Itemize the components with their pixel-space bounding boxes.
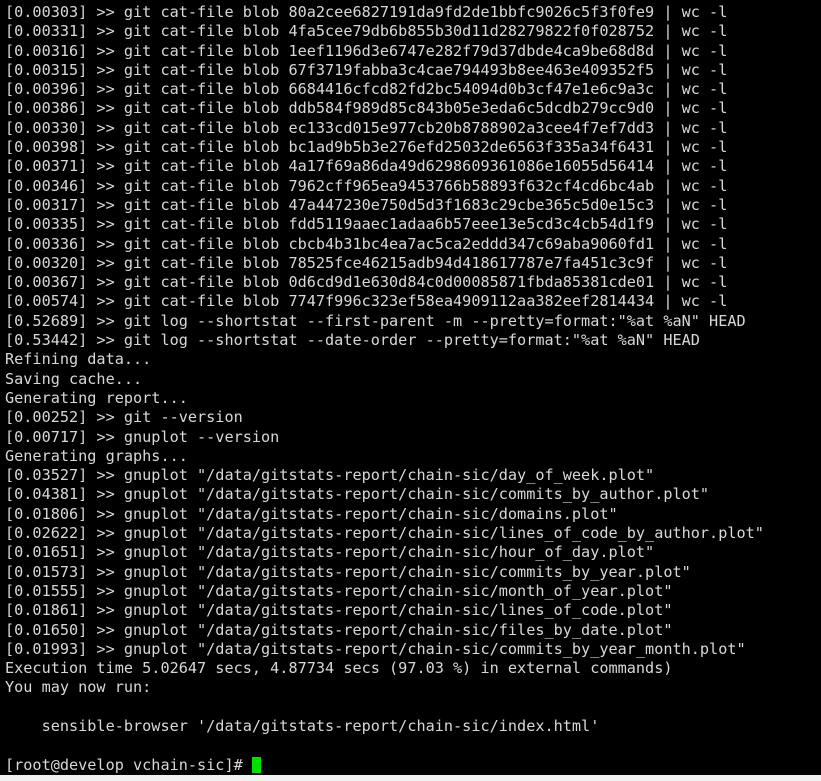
terminal-line: [0.01573] >> gnuplot "/data/gitstats-rep… bbox=[5, 562, 691, 581]
terminal-line: sensible-browser '/data/gitstats-report/… bbox=[5, 716, 600, 735]
terminal-output: [0.00303] >> git cat-file blob 80a2cee68… bbox=[5, 3, 821, 756]
terminal-line: [0.00574] >> git cat-file blob 7747f996c… bbox=[5, 292, 728, 311]
terminal-line: [0.00386] >> git cat-file blob ddb584f98… bbox=[5, 99, 728, 118]
terminal-line: [0.00330] >> git cat-file blob ec133cd01… bbox=[5, 118, 728, 137]
terminal-line: [0.00346] >> git cat-file blob 7962cff96… bbox=[5, 176, 728, 195]
terminal-line: [0.03527] >> gnuplot "/data/gitstats-rep… bbox=[5, 466, 655, 485]
terminal-line: [0.01993] >> gnuplot "/data/gitstats-rep… bbox=[5, 639, 746, 658]
terminal-line: [0.52689] >> git log --shortstat --first… bbox=[5, 311, 746, 330]
terminal-line: Generating graphs... bbox=[5, 446, 188, 465]
terminal-line: [0.01651] >> gnuplot "/data/gitstats-rep… bbox=[5, 543, 655, 562]
terminal-line: [0.00317] >> git cat-file blob 47a447230… bbox=[5, 195, 728, 214]
terminal-line: [0.00331] >> git cat-file blob 4fa5cee79… bbox=[5, 22, 728, 41]
terminal-line: [0.01806] >> gnuplot "/data/gitstats-rep… bbox=[5, 504, 618, 523]
shell-prompt-line[interactable]: [root@develop vchain-sic]# bbox=[5, 756, 821, 775]
terminal-line: [0.00371] >> git cat-file blob 4a17f69a8… bbox=[5, 157, 728, 176]
terminal-window[interactable]: [0.00303] >> git cat-file blob 80a2cee68… bbox=[0, 0, 821, 775]
terminal-line: [0.01555] >> gnuplot "/data/gitstats-rep… bbox=[5, 581, 673, 600]
terminal-line: [0.04381] >> gnuplot "/data/gitstats-rep… bbox=[5, 485, 710, 504]
bottom-strip bbox=[0, 775, 821, 781]
terminal-line: [0.02622] >> gnuplot "/data/gitstats-rep… bbox=[5, 524, 764, 543]
terminal-line: Generating report... bbox=[5, 388, 188, 407]
terminal-line: [0.01650] >> gnuplot "/data/gitstats-rep… bbox=[5, 620, 673, 639]
terminal-line: Saving cache... bbox=[5, 369, 143, 388]
terminal-line: [0.00252] >> git --version bbox=[5, 408, 243, 427]
text-cursor bbox=[251, 756, 261, 773]
terminal-line: [0.00316] >> git cat-file blob 1eef1196d… bbox=[5, 41, 728, 60]
terminal-line: [0.53442] >> git log --shortstat --date-… bbox=[5, 331, 700, 350]
terminal-line: Execution time 5.02647 secs, 4.87734 sec… bbox=[5, 659, 673, 678]
terminal-line: [0.00336] >> git cat-file blob cbcb4b31b… bbox=[5, 234, 728, 253]
shell-prompt-text: [root@develop vchain-sic]# bbox=[5, 755, 252, 774]
terminal-line: [0.00717] >> gnuplot --version bbox=[5, 427, 280, 446]
terminal-line: [0.00320] >> git cat-file blob 78525fce4… bbox=[5, 253, 728, 272]
terminal-line: [0.01861] >> gnuplot "/data/gitstats-rep… bbox=[5, 601, 673, 620]
terminal-screen[interactable]: [0.00303] >> git cat-file blob 80a2cee68… bbox=[0, 0, 821, 775]
terminal-line: [0.00335] >> git cat-file blob fdd5119aa… bbox=[5, 215, 728, 234]
terminal-line: You may now run: bbox=[5, 678, 152, 697]
terminal-line: [0.00303] >> git cat-file blob 80a2cee68… bbox=[5, 3, 728, 21]
terminal-line: [0.00367] >> git cat-file blob 0d6cd9d1e… bbox=[5, 273, 728, 292]
terminal-line: [0.00396] >> git cat-file blob 6684416cf… bbox=[5, 80, 728, 99]
terminal-line: Refining data... bbox=[5, 350, 152, 369]
terminal-line: [0.00398] >> git cat-file blob bc1ad9b5b… bbox=[5, 138, 728, 157]
terminal-line: [0.00315] >> git cat-file blob 67f3719fa… bbox=[5, 60, 728, 79]
